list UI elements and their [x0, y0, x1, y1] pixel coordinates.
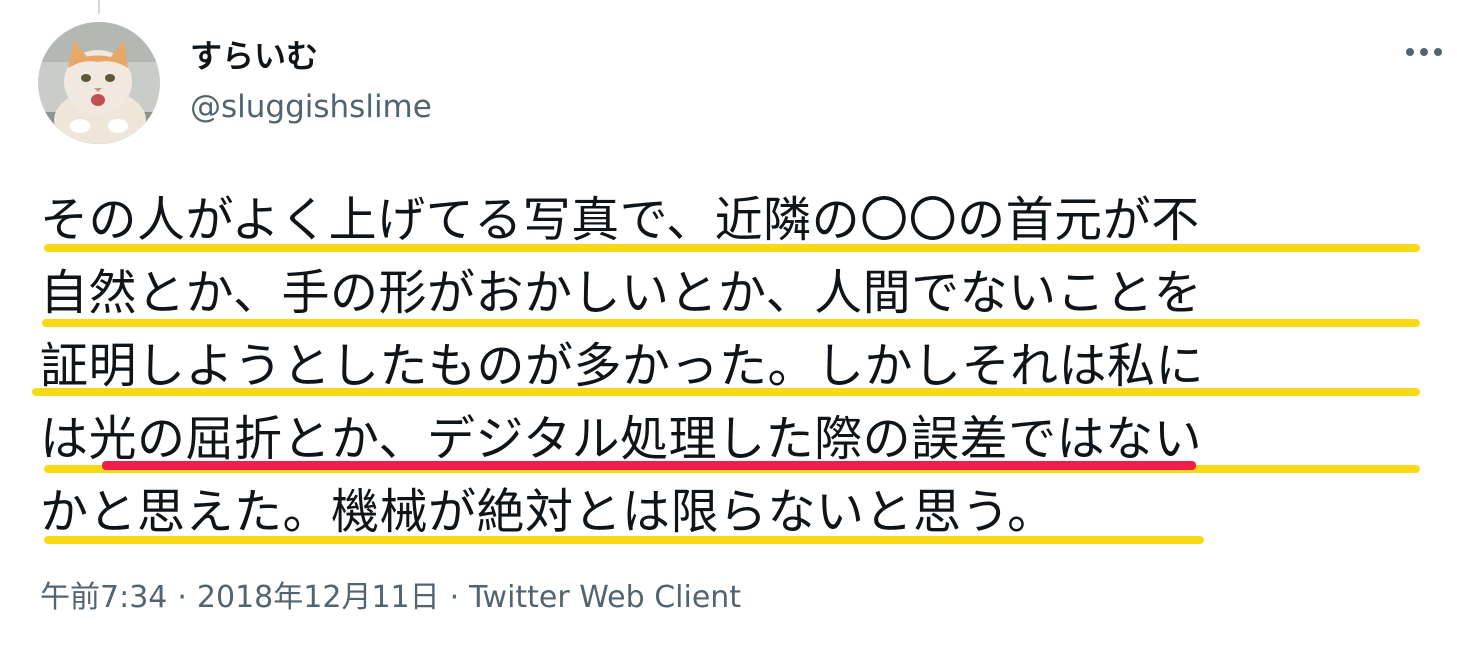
avatar[interactable]: [38, 22, 160, 144]
tweet-meta: 午前7:34 · 2018年12月11日 · Twitter Web Client: [40, 578, 741, 618]
tweet-date: 2018年12月11日: [196, 580, 440, 615]
tweet-text-line: 証明しようとしたものが多かった。しかしそれは私に: [32, 330, 1440, 403]
more-options-icon: [1406, 48, 1442, 56]
meta-separator: ·: [177, 580, 187, 615]
tweet-text-line: 自然とか、手の形がおかしいとか、人間でないことを: [40, 257, 1440, 330]
tweet-text-line: その人がよく上げてる写真で、近隣の〇〇の首元が不: [40, 184, 1440, 257]
cat-avatar-icon: [38, 22, 160, 144]
tweet-source-link[interactable]: Twitter Web Client: [469, 580, 741, 615]
meta-separator: ·: [449, 580, 460, 615]
tweet-text: その人がよく上げてる写真で、近隣の〇〇の首元が不 自然とか、手の形がおかしいとか…: [32, 184, 1440, 549]
tweet-text-line: は光の屈折とか、デジタル処理した際の誤差ではない: [40, 403, 1440, 476]
tweet-text-line: かと思えた。機械が絶対とは限らないと思う。: [40, 476, 1440, 549]
author-display-name[interactable]: すらいむ: [190, 36, 318, 76]
thread-connector-line: [98, 0, 100, 14]
more-options-button[interactable]: [1396, 30, 1452, 74]
tweet-time: 午前7:34: [40, 580, 168, 615]
tweet-timestamp-link[interactable]: 午前7:34 · 2018年12月11日: [40, 580, 440, 615]
author-handle[interactable]: @sluggishslime: [190, 88, 432, 126]
red-highlight-underline: [102, 461, 1196, 470]
